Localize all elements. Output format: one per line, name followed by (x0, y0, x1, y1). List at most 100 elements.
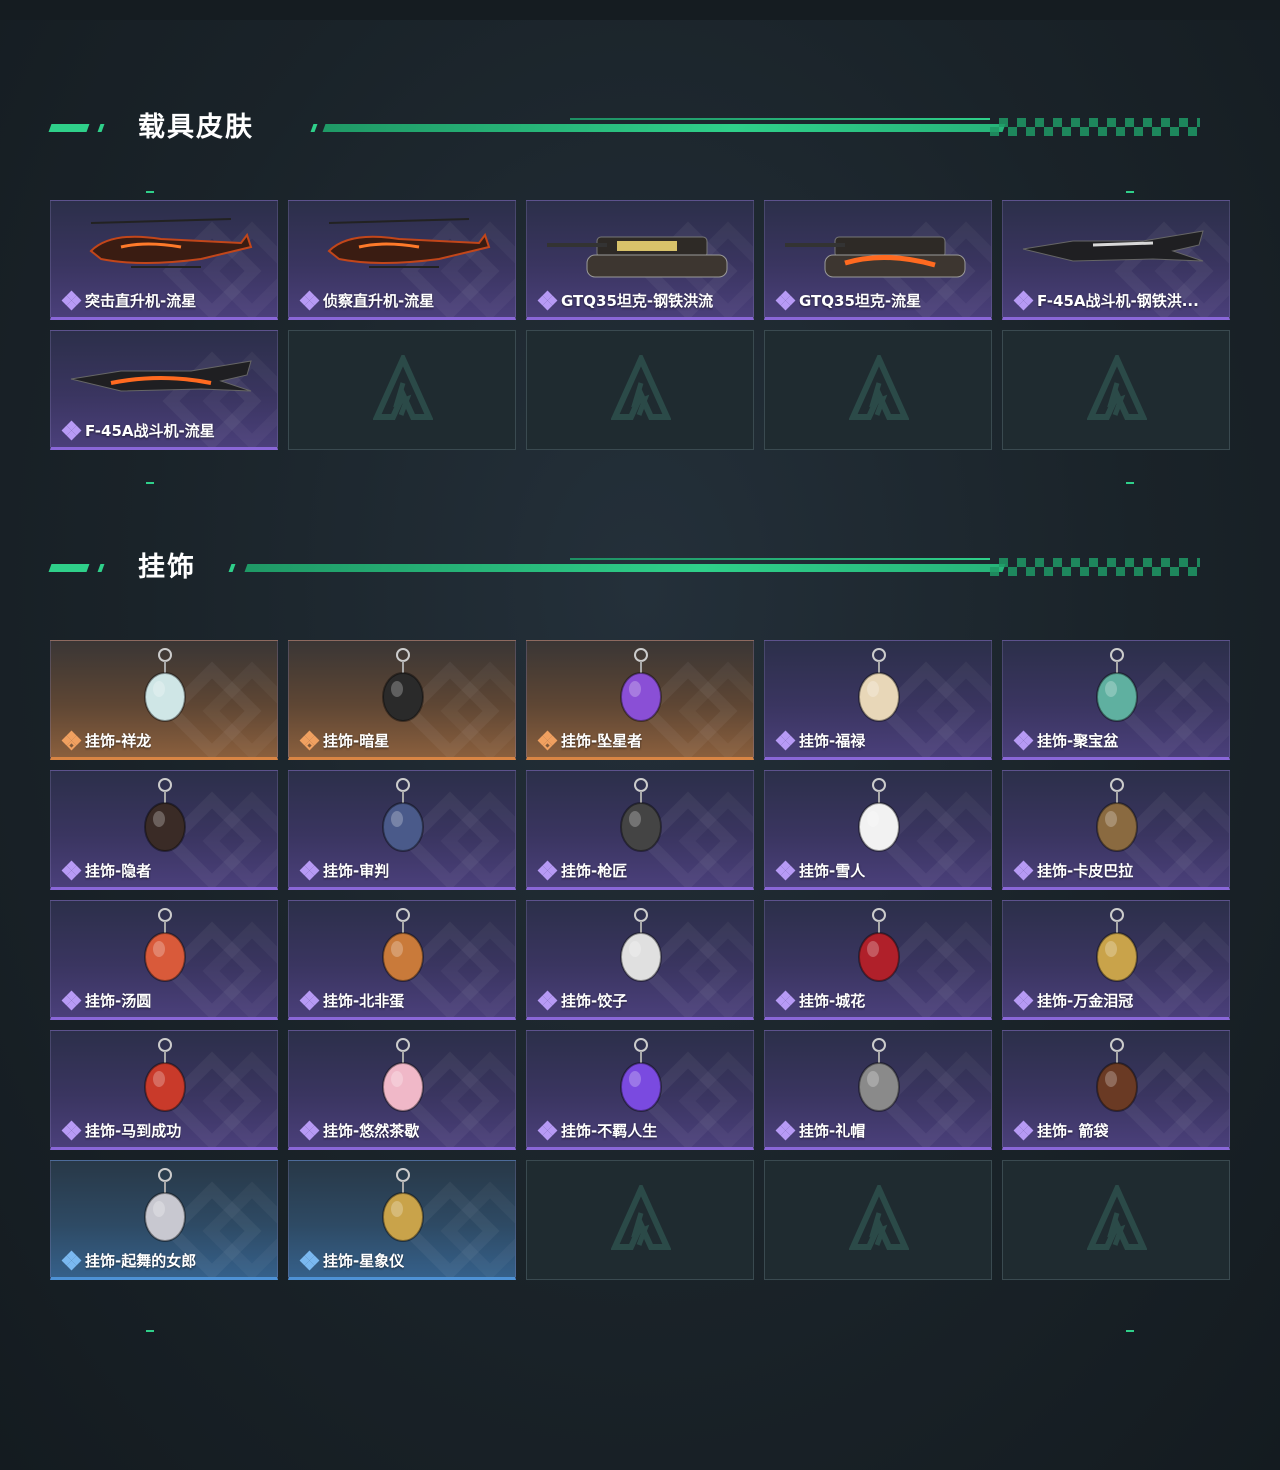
item-card[interactable]: 挂饰-起舞的女郎 (50, 1160, 278, 1280)
empty-slot (764, 330, 992, 450)
item-card[interactable]: 挂饰-万金泪冠 (1002, 900, 1230, 1020)
item-name: 挂饰-福禄 (799, 732, 866, 750)
rarity-icon (775, 290, 796, 310)
game-logo-icon (611, 355, 671, 420)
rarity-icon (299, 1250, 320, 1270)
item-card[interactable]: 侦察直升机-流星 (288, 200, 516, 320)
item-name: 挂饰-聚宝盆 (1037, 732, 1119, 750)
item-name: 挂饰-审判 (323, 862, 390, 880)
section-title: 载具皮肤 (138, 112, 254, 143)
rarity-icon (1013, 1120, 1034, 1140)
charm-grid: 挂饰-祥龙 挂饰-暗星 挂饰-坠星者 挂饰-福禄 挂饰-聚宝盆 挂饰-隐者 挂饰-审判 挂饰-… (50, 640, 1230, 1280)
rarity-icon (775, 1120, 796, 1140)
empty-slot (1002, 330, 1230, 450)
item-card[interactable]: 挂饰-不羁人生 (526, 1030, 754, 1150)
item-card[interactable]: 突击直升机-流星 (50, 200, 278, 320)
rarity-icon (775, 860, 796, 880)
game-logo-icon (849, 1185, 909, 1250)
dark-star-charm-icon (382, 648, 424, 722)
rarity-icon (1013, 860, 1034, 880)
item-card[interactable]: 挂饰-卡皮巴拉 (1002, 770, 1230, 890)
corner-tick (146, 1330, 154, 1332)
corner-tick (1126, 191, 1134, 193)
helicopter-scout-icon (327, 218, 491, 268)
item-name: 挂饰-万金泪冠 (1037, 992, 1134, 1010)
item-card[interactable]: GTQ35坦克-钢铁洪流 (526, 200, 754, 320)
item-card[interactable]: 挂饰-隐者 (50, 770, 278, 890)
item-label: 挂饰-聚宝盆 (1013, 730, 1119, 751)
jet-steel-icon (1022, 230, 1204, 262)
dancer-charm-icon (144, 1168, 186, 1242)
item-card[interactable]: 挂饰- 箭袋 (1002, 1030, 1230, 1150)
item-label: 侦察直升机-流星 (299, 290, 434, 311)
item-label: 挂饰-审判 (299, 860, 390, 881)
crown-charm-icon (1096, 908, 1138, 982)
item-label: 挂饰-马到成功 (61, 1120, 181, 1141)
item-card[interactable]: 挂饰-福禄 (764, 640, 992, 760)
item-label: 挂饰-万金泪冠 (1013, 990, 1134, 1011)
item-card[interactable]: 挂饰-马到成功 (50, 1030, 278, 1150)
rarity-icon (537, 860, 558, 880)
item-card[interactable]: F-45A战斗机-钢铁洪... (1002, 200, 1230, 320)
gourd-charm-icon (858, 648, 900, 722)
game-logo-icon (373, 355, 433, 420)
item-name: 突击直升机-流星 (85, 292, 197, 310)
item-card[interactable]: 挂饰-雪人 (764, 770, 992, 890)
item-card[interactable]: 挂饰-北非蛋 (288, 900, 516, 1020)
item-name: 挂饰-卡皮巴拉 (1037, 862, 1134, 880)
item-name: 挂饰-枪匠 (561, 862, 628, 880)
rose-charm-icon (858, 908, 900, 982)
item-card[interactable]: 挂饰-审判 (288, 770, 516, 890)
horse-charm-icon (144, 1038, 186, 1112)
item-card[interactable]: 挂饰-聚宝盆 (1002, 640, 1230, 760)
header-dash (97, 564, 105, 572)
item-label: GTQ35坦克-钢铁洪流 (537, 290, 713, 311)
rarity-icon (299, 290, 320, 310)
item-name: F-45A战斗机-钢铁洪... (1037, 292, 1199, 310)
item-name: GTQ35坦克-流星 (799, 292, 922, 310)
item-label: F-45A战斗机-钢铁洪... (1013, 290, 1199, 311)
rarity-icon (61, 860, 82, 880)
item-label: 挂饰-起舞的女郎 (61, 1250, 197, 1271)
rarity-icon (775, 990, 796, 1010)
item-name: 挂饰-起舞的女郎 (85, 1252, 197, 1270)
game-logo-icon (611, 1185, 671, 1250)
header-dash (48, 124, 90, 132)
item-card[interactable]: 挂饰-暗星 (288, 640, 516, 760)
item-label: 挂饰- 箭袋 (1013, 1120, 1108, 1141)
game-logo-icon (1087, 1185, 1147, 1250)
item-card[interactable]: GTQ35坦克-流星 (764, 200, 992, 320)
header-checker (990, 558, 1200, 576)
item-card[interactable]: 挂饰-城花 (764, 900, 992, 1020)
item-name: 挂饰-坠星者 (561, 732, 643, 750)
item-card[interactable]: 挂饰-礼帽 (764, 1030, 992, 1150)
item-card[interactable]: 挂饰-星象仪 (288, 1160, 516, 1280)
header-dash (97, 124, 105, 132)
rarity-icon (61, 730, 82, 750)
quiver-charm-icon (1096, 1038, 1138, 1112)
item-name: 挂饰-汤圆 (85, 992, 152, 1010)
item-label: 挂饰-城花 (775, 990, 865, 1011)
item-card[interactable]: 挂饰-饺子 (526, 900, 754, 1020)
treasure-bowl-charm-icon (1096, 648, 1138, 722)
item-card[interactable]: F-45A战斗机-流星 (50, 330, 278, 450)
rarity-icon (775, 730, 796, 750)
item-label: 挂饰-雪人 (775, 860, 865, 881)
item-card[interactable]: 挂饰-坠星者 (526, 640, 754, 760)
item-label: 突击直升机-流星 (61, 290, 197, 311)
dragon-charm-icon (144, 648, 186, 722)
item-card[interactable]: 挂饰-悠然茶歇 (288, 1030, 516, 1150)
hat-charm-icon (858, 1038, 900, 1112)
empty-slot (288, 330, 516, 450)
rarity-icon (1013, 290, 1034, 310)
header-checker (990, 118, 1200, 136)
header-line (322, 124, 1006, 132)
item-card[interactable]: 挂饰-汤圆 (50, 900, 278, 1020)
item-card[interactable]: 挂饰-枪匠 (526, 770, 754, 890)
rarity-icon (61, 1250, 82, 1270)
game-logo-icon (1087, 355, 1147, 420)
empty-slot (764, 1160, 992, 1280)
item-label: 挂饰-北非蛋 (299, 990, 404, 1011)
item-label: 挂饰-祥龙 (61, 730, 151, 751)
item-card[interactable]: 挂饰-祥龙 (50, 640, 278, 760)
